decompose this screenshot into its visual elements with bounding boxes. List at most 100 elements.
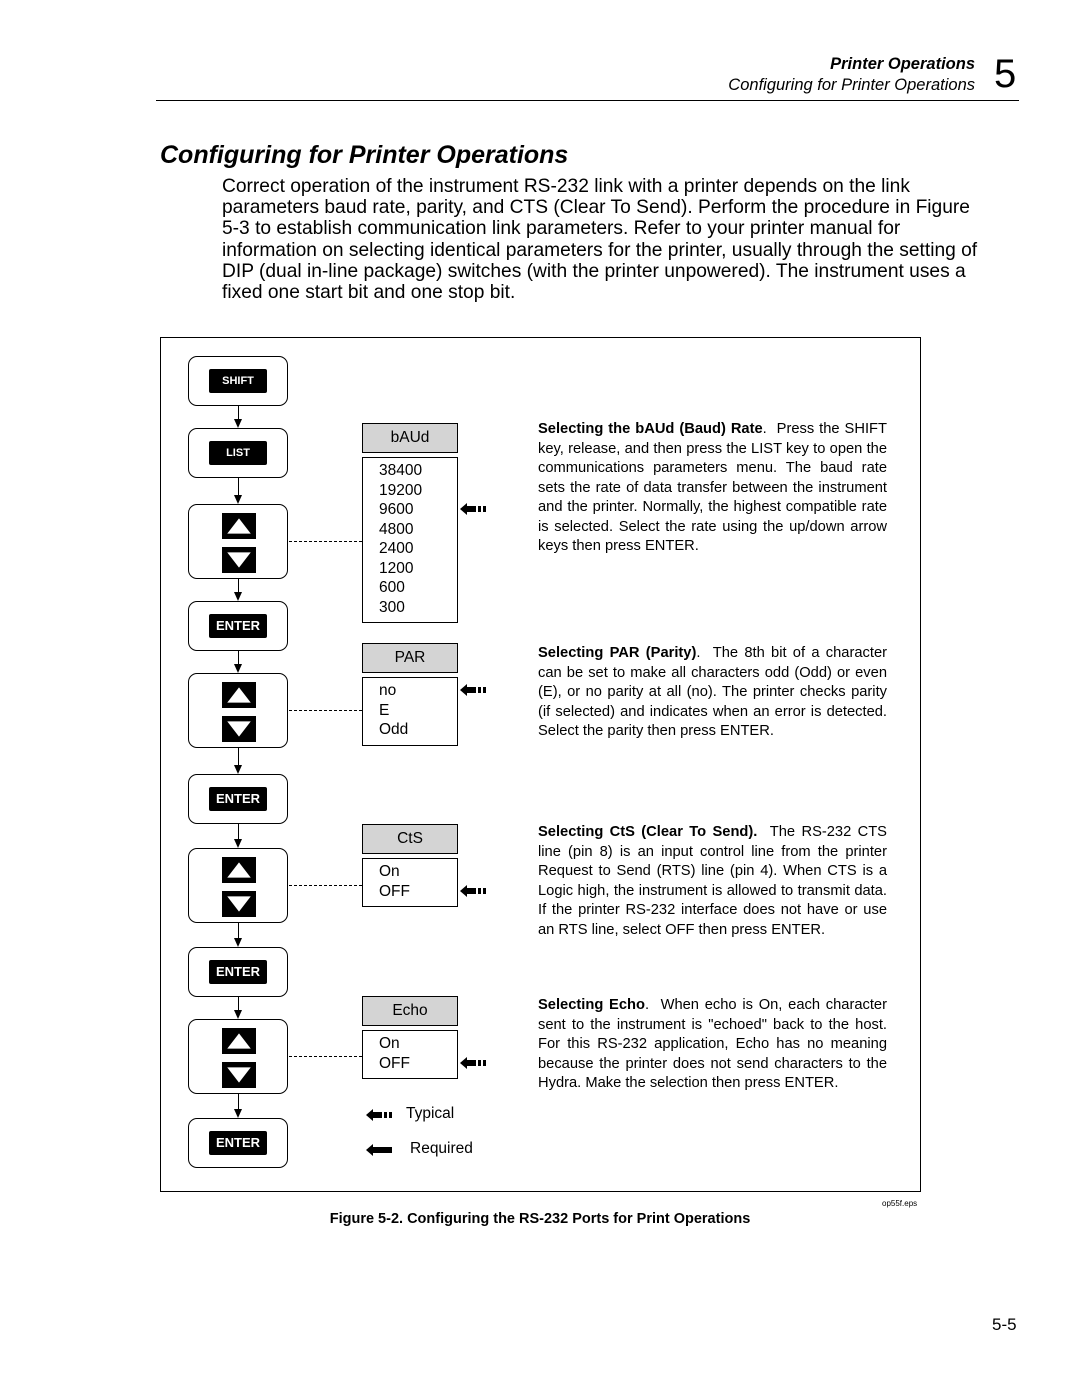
menu-options-cts: On OFF: [362, 858, 458, 907]
enter-key-2: ENTER: [188, 947, 288, 997]
dashed-connector: [289, 1056, 362, 1057]
description-heading: Selecting Echo: [538, 997, 645, 1013]
menu-option: 600: [379, 579, 405, 596]
enter-key-3: ENTER: [188, 1118, 288, 1168]
description-baud: Selecting the bAUd (Baud) Rate. Press th…: [538, 420, 887, 557]
flow-line: [238, 651, 239, 664]
flow-line: [238, 997, 239, 1010]
up-arrow-key-icon: [222, 857, 256, 883]
flow-arrowhead: [234, 664, 242, 673]
description-separator: .: [762, 421, 777, 437]
chapter-number: 5: [994, 52, 1017, 96]
typical-pointer-icon: [460, 503, 486, 515]
flow-arrowhead: [234, 1109, 242, 1118]
menu-option: 4800: [379, 520, 414, 538]
description-separator: .: [696, 645, 713, 661]
up-arrow-key-icon: [222, 513, 256, 539]
flow-line: [238, 824, 239, 839]
flow-line: [238, 406, 239, 419]
flow-arrowhead: [234, 1010, 242, 1019]
menu-title-cts: CtS: [362, 824, 458, 854]
legend-required-icon: [366, 1144, 392, 1156]
dashed-connector: [289, 710, 362, 711]
menu-title-baud: bAUd: [362, 423, 458, 453]
page-title: Configuring for Printer Operations: [160, 141, 569, 169]
enter-key-0-label: ENTER: [209, 614, 267, 638]
flow-arrowhead: [234, 839, 242, 848]
header-section: Printer Operations: [830, 55, 975, 73]
menu-option: OFF: [379, 1054, 410, 1072]
enter-key-1-label: ENTER: [209, 787, 267, 811]
down-arrow-key-icon: [222, 547, 256, 573]
typical-pointer-icon: [460, 684, 486, 696]
figure-caption: Figure 5-2. Configuring the RS-232 Ports…: [329, 1211, 751, 1227]
dashed-connector: [289, 885, 362, 886]
down-arrow-key-icon: [222, 891, 256, 917]
flow-line: [238, 1094, 239, 1109]
menu-option: On: [379, 1035, 400, 1052]
menu-title-par: PAR: [362, 643, 458, 673]
arrow-keys-3: [188, 1019, 288, 1094]
flow-arrowhead: [234, 765, 242, 774]
description-heading: Selecting PAR (Parity): [538, 645, 697, 661]
arrow-keys-1: [188, 673, 288, 748]
legend-typical-icon: [366, 1109, 392, 1121]
menu-option: Odd: [379, 721, 409, 738]
intro-paragraph: Correct operation of the instrument RS-2…: [222, 176, 978, 304]
shift-key: SHIFT: [188, 356, 288, 406]
flow-line: [238, 923, 239, 938]
down-arrow-key-icon: [222, 1062, 256, 1088]
arrow-keys-0: [188, 504, 288, 579]
enter-key-3-label: ENTER: [209, 1131, 267, 1155]
flow-arrowhead: [234, 592, 242, 601]
list-key: LIST: [188, 428, 288, 478]
flow-arrowhead: [234, 495, 242, 504]
up-arrow-key-icon: [222, 1028, 256, 1054]
menu-option: 1200: [379, 559, 414, 577]
menu-options-baud: 38400 19200 9600 4800 2400 1200 600 300: [362, 457, 458, 623]
header-rule: [156, 100, 1019, 101]
description-heading: Selecting CtS (Clear To Send).: [538, 824, 758, 840]
dashed-connector: [289, 541, 362, 542]
description-echo: Selecting Echo. When echo is On, each ch…: [538, 996, 887, 1094]
enter-key-1: ENTER: [188, 774, 288, 824]
flow-arrowhead: [234, 419, 242, 428]
figure-file-label: op55f.eps: [882, 1199, 918, 1208]
menu-option: 19200: [379, 481, 423, 499]
list-key-label: LIST: [209, 441, 267, 465]
menu-option: no: [379, 682, 397, 699]
menu-options-echo: On OFF: [362, 1030, 458, 1079]
flow-line: [238, 478, 239, 495]
menu-option: 300: [379, 598, 405, 616]
menu-title-echo: Echo: [362, 996, 458, 1026]
enter-key-0: ENTER: [188, 601, 288, 651]
legend-required-label: Required: [410, 1140, 473, 1157]
menu-options-par: no E Odd: [362, 677, 458, 746]
arrow-keys-2: [188, 848, 288, 923]
legend-typical-label: Typical: [406, 1105, 455, 1122]
shift-key-label: SHIFT: [209, 369, 267, 393]
menu-option: 38400: [379, 462, 423, 479]
description-text: The RS-232 CTS line (pin 8) is an input …: [538, 824, 887, 938]
description-separator: [757, 824, 769, 840]
menu-option: 9600: [379, 501, 414, 518]
description-cts: Selecting CtS (Clear To Send). The RS-23…: [538, 823, 887, 940]
enter-key-2-label: ENTER: [209, 960, 267, 984]
menu-option: 2400: [379, 540, 414, 557]
description-separator: .: [644, 997, 661, 1013]
typical-pointer-icon: [460, 1056, 486, 1069]
down-arrow-key-icon: [222, 716, 256, 742]
flow-line: [238, 579, 239, 592]
description-par: Selecting PAR (Parity). The 8th bit of a…: [538, 644, 887, 742]
header-subsection: Configuring for Printer Operations: [728, 76, 975, 94]
menu-option: On: [379, 863, 400, 880]
typical-pointer-icon: [460, 884, 486, 897]
menu-option: OFF: [379, 882, 410, 900]
page-number: 5-5: [992, 1315, 1017, 1334]
description-heading: Selecting the bAUd (Baud) Rate: [538, 421, 763, 437]
description-text: Press the SHIFT key, release, and then p…: [538, 421, 887, 554]
up-arrow-key-icon: [222, 682, 256, 708]
flow-line: [238, 748, 239, 765]
flow-arrowhead: [234, 938, 242, 947]
menu-option: E: [379, 701, 390, 719]
